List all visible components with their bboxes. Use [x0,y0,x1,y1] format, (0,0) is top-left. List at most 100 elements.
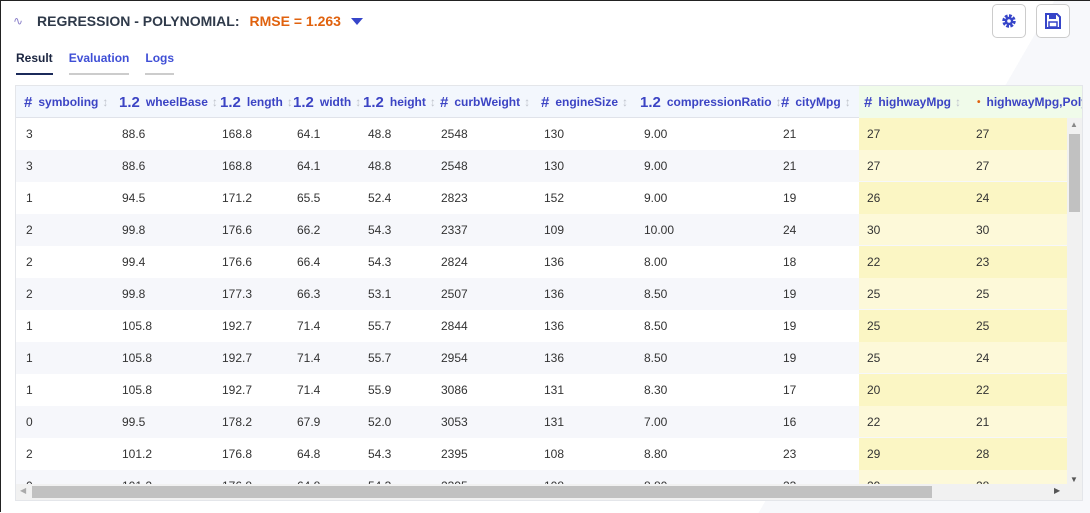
tab-result[interactable]: Result [16,51,53,75]
column-header-highwaympg[interactable]: # highwayMpg ↕ [864,86,961,118]
table-cell: 24 [976,351,990,365]
table-cell: 19 [783,287,797,301]
table-cell: 16 [783,415,797,429]
table-cell: 27 [867,127,881,141]
column-label: curbWeight [454,95,521,109]
table-cell: 2954 [441,351,468,365]
table-cell: 71.4 [297,383,321,397]
table-cell: 192.7 [222,383,253,397]
gear-icon [1002,14,1016,28]
table-cell: 25 [867,319,881,333]
table-cell: 66.4 [297,255,321,269]
column-header-highwaympg-poly[interactable]: • highwayMpg,Poly [977,86,1082,118]
table-cell: 1 [26,319,33,333]
sort-icon[interactable]: ↕ [212,95,218,109]
result-table: # symboling ↕ 1.2 wheelBase ↕ 1.2 length ↕ 1.2 wid… [15,85,1083,501]
metric-dropdown-icon[interactable] [350,17,363,25]
highlight-cell-bg [859,150,1068,181]
settings-button[interactable] [992,4,1026,38]
save-button[interactable] [1036,4,1070,38]
table-cell: 18 [783,255,797,269]
table-cell: 88.6 [122,159,146,173]
sort-icon[interactable]: ↕ [955,95,961,109]
table-cell: 1 [26,351,33,365]
highlight-cell-bg [859,118,1068,149]
table-cell: 26 [867,191,881,205]
table-cell: 168.8 [222,127,253,141]
column-header-height[interactable]: 1.2 height ↕ [363,86,436,118]
column-header-compressionratio[interactable]: 1.2 compressionRatio ↕ [640,86,782,118]
sort-icon[interactable]: ↕ [102,95,108,109]
save-icon [1045,13,1061,29]
table-cell: 7.00 [644,415,668,429]
horizontal-scrollbar[interactable]: ◀ ▶ [16,484,1082,500]
table-row[interactable]: 2 101.2 176.8 64.8 54.3 2395 108 8.80 23 29 28 [16,438,1068,470]
sort-icon[interactable]: ↕ [845,95,851,109]
table-cell: 99.8 [122,287,146,301]
table-cell: 8.00 [644,255,668,269]
table-header: # symboling ↕ 1.2 wheelBase ↕ 1.2 length ↕ 1.2 wid… [16,86,1082,118]
column-label: height [389,95,426,109]
tab-logs[interactable]: Logs [145,51,175,75]
column-label: length [246,95,283,109]
sort-icon[interactable]: ↕ [287,95,293,109]
table-cell: 177.3 [222,287,253,301]
column-label: engineSize [555,95,619,109]
table-row[interactable]: 1 105.8 192.7 71.4 55.7 2844 136 8.50 19 25 25 [16,310,1068,342]
vertical-scrollbar[interactable]: ▲ ▼ [1067,118,1082,486]
column-header-curbweight[interactable]: # curbWeight ↕ [440,86,530,118]
table-cell: 2 [26,223,33,237]
table-row[interactable]: 3 88.6 168.8 64.1 48.8 2548 130 9.00 21 27 27 [16,150,1068,182]
column-header-wheelbase[interactable]: 1.2 wheelBase ↕ [119,86,218,118]
table-cell: 105.8 [122,319,153,333]
table-cell: 94.5 [122,191,146,205]
table-cell: 27 [867,159,881,173]
sort-icon[interactable]: ↕ [430,95,436,109]
table-cell: 22 [867,255,881,269]
table-cell: 171.2 [222,191,253,205]
table-cell: 168.8 [222,159,253,173]
sort-icon[interactable]: ↕ [355,95,361,109]
table-row[interactable]: 2 99.8 177.3 66.3 53.1 2507 136 8.50 19 25 25 [16,278,1068,310]
column-label: compressionRatio [666,95,772,109]
table-cell: 1 [26,191,33,205]
table-cell: 131 [544,415,565,429]
table-cell: 25 [976,319,990,333]
table-row[interactable]: 2 99.4 176.6 66.4 54.3 2824 136 8.00 18 22 23 [16,246,1068,278]
table-cell: 55.7 [368,319,392,333]
table-row[interactable]: 2 99.8 176.6 66.2 54.3 2337 109 10.00 24 30 30 [16,214,1068,246]
column-header-symboling[interactable]: # symboling ↕ [24,86,108,118]
table-row[interactable]: 1 105.8 192.7 71.4 55.7 2954 136 8.50 19 25 24 [16,342,1068,374]
column-label: cityMpg [795,95,841,109]
table-cell: 25 [976,287,990,301]
table-cell: 99.5 [122,415,146,429]
table-cell: 65.5 [297,191,321,205]
table-cell: 24 [783,223,797,237]
table-row[interactable]: 1 94.5 171.2 65.5 52.4 2823 152 9.00 19 26 24 [16,182,1068,214]
table-cell: 2824 [441,255,468,269]
column-header-enginesize[interactable]: # engineSize ↕ [541,86,628,118]
table-cell: 9.00 [644,191,668,205]
table-cell: 9.00 [644,127,668,141]
column-header-length[interactable]: 1.2 length ↕ [220,86,293,118]
sort-icon[interactable]: ↕ [524,95,530,109]
table-cell: 71.4 [297,319,321,333]
highlight-cell-bg [859,342,1068,373]
table-cell: 66.3 [297,287,321,301]
highlight-cell-bg [859,182,1068,213]
table-cell: 55.7 [368,351,392,365]
table-cell: 3053 [441,415,468,429]
table-row[interactable]: 3 88.6 168.8 64.1 48.8 2548 130 9.00 21 27 27 [16,118,1068,150]
table-row[interactable]: 1 105.8 192.7 71.4 55.9 3086 131 8.30 17 20 22 [16,374,1068,406]
column-header-width[interactable]: 1.2 width ↕ [293,86,361,118]
table-cell: 99.8 [122,223,146,237]
table-row[interactable]: 0 99.5 178.2 67.9 52.0 3053 131 7.00 16 22 21 [16,406,1068,438]
table-cell: 21 [976,415,990,429]
table-cell: 192.7 [222,319,253,333]
tab-evaluation[interactable]: Evaluation [68,51,130,75]
table-cell: 48.8 [368,159,392,173]
sort-icon[interactable]: ↕ [622,95,628,109]
type-icon: # [864,93,873,111]
table-cell: 23 [976,255,990,269]
column-header-citympg[interactable]: # cityMpg ↕ [781,86,851,118]
